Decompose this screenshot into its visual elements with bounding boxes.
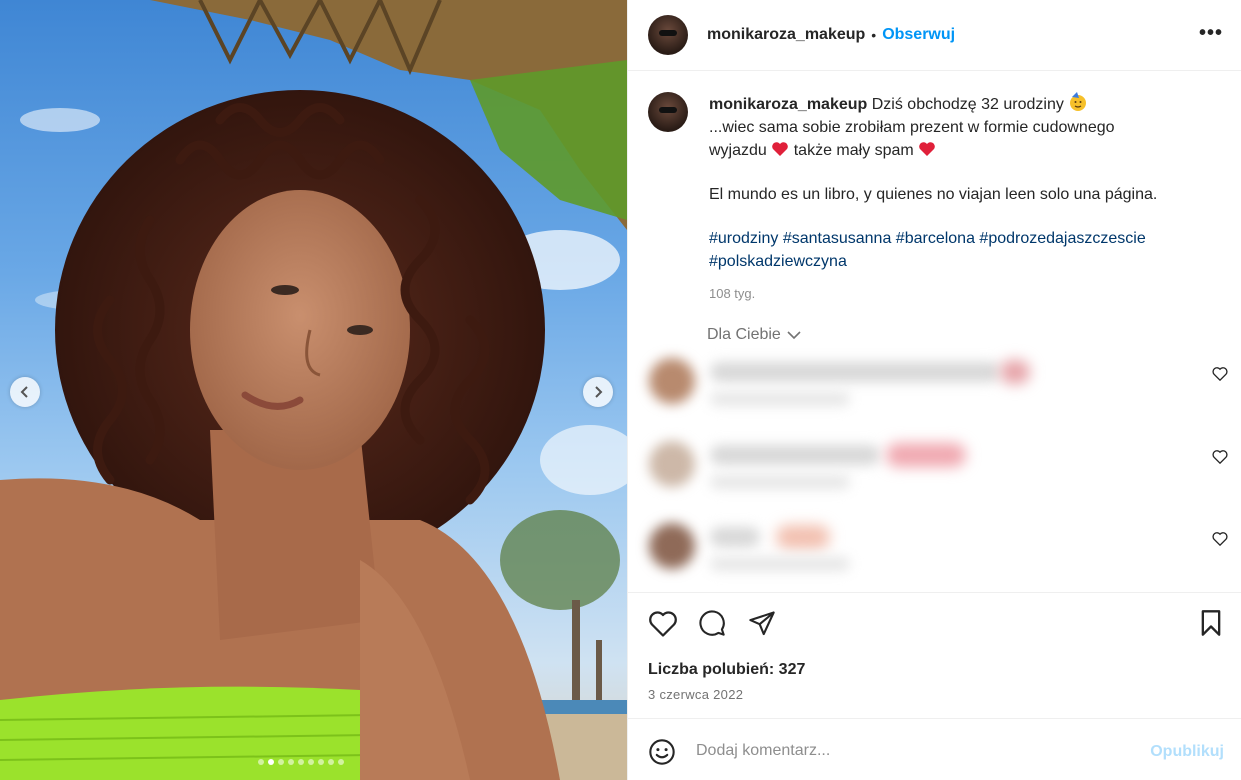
comment-text-blurred [710, 362, 1000, 382]
caption-block: monikaroza_makeup Dziś obchodzę 32 urodz… [628, 71, 1241, 305]
carousel-prev-button[interactable] [10, 377, 40, 407]
comment-emoji-blurred [1000, 360, 1030, 384]
publish-button[interactable]: Opublikuj [1150, 743, 1224, 761]
separator-dot: • [871, 27, 877, 43]
caption-line-1: Dziś obchodzę 32 urodziny [871, 96, 1064, 113]
red-heart-emoji-icon [772, 142, 789, 156]
caption-line-2: ...wiec sama sobie zrobiłam prezent w fo… [709, 119, 1115, 136]
likes-count[interactable]: Liczba polubień: 327 [648, 661, 805, 679]
red-heart-emoji-icon [919, 142, 936, 156]
post-photo[interactable] [0, 0, 627, 780]
add-comment-bar: Opublikuj [628, 718, 1241, 780]
comment-meta-blurred [710, 557, 850, 571]
comment-like-heart-icon[interactable] [1212, 531, 1228, 546]
post-panel: monikaroza_makeup • Obserwuj ••• monikar… [627, 0, 1241, 780]
carousel-next-button[interactable] [583, 377, 613, 407]
speech-bubble-icon[interactable] [698, 609, 726, 637]
hashtags-line-1[interactable]: #urodziny #santasusanna #barcelona #podr… [709, 227, 1209, 250]
header-username[interactable]: monikaroza_makeup [707, 26, 865, 44]
comment-text-blurred [710, 445, 880, 465]
carousel-dot [258, 759, 264, 765]
smiley-icon[interactable] [648, 738, 676, 766]
comment-text-blurred [710, 527, 760, 547]
chevron-down-icon [787, 330, 801, 339]
caption-line-3a: wyjazdu [709, 142, 767, 159]
caption-username[interactable]: monikaroza_makeup [709, 96, 867, 113]
comment-like-heart-icon[interactable] [1212, 449, 1228, 464]
comment-avatar [649, 523, 695, 569]
comment-input[interactable] [696, 739, 1126, 763]
carousel-dot [318, 759, 324, 765]
carousel-dot [268, 759, 274, 765]
heart-outline-icon[interactable] [648, 609, 678, 637]
chevron-left-icon [20, 386, 28, 398]
comment-item[interactable] [628, 352, 1241, 422]
comment-emoji-blurred [886, 443, 966, 467]
carousel-dot [298, 759, 304, 765]
party-face-emoji-icon [1070, 92, 1087, 111]
caption-quote: El mundo es un libro, y quienes no viaja… [709, 186, 1158, 203]
carousel-dot [278, 759, 284, 765]
comment-meta-blurred [710, 475, 850, 489]
bookmark-icon[interactable] [1198, 609, 1224, 637]
comment-emoji-blurred [776, 525, 830, 549]
carousel-dot [338, 759, 344, 765]
carousel-dot [288, 759, 294, 765]
carousel-dots [258, 759, 344, 765]
caption-text: monikaroza_makeup Dziś obchodzę 32 urodz… [709, 92, 1209, 305]
caption-timestamp[interactable]: 108 tyg. [709, 282, 1209, 305]
hashtags-line-2[interactable]: #polskadziewczyna [709, 250, 1209, 273]
carousel-dot [308, 759, 314, 765]
photo-illustration [0, 0, 627, 780]
more-options-icon[interactable]: ••• [1199, 22, 1223, 45]
comment-item[interactable] [628, 435, 1241, 505]
carousel-dot [328, 759, 334, 765]
paper-plane-icon[interactable] [748, 609, 776, 637]
comment-like-heart-icon[interactable] [1212, 366, 1228, 381]
for-you-filter[interactable]: Dla Ciebie [707, 326, 801, 344]
comment-meta-blurred [710, 392, 850, 406]
comment-item[interactable] [628, 517, 1241, 587]
for-you-label: Dla Ciebie [707, 326, 781, 343]
chevron-right-icon [595, 386, 603, 398]
follow-button[interactable]: Obserwuj [882, 26, 955, 44]
post-actions: Liczba polubień: 327 3 czerwca 2022 [628, 592, 1241, 718]
avatar[interactable] [648, 15, 688, 55]
comment-avatar [649, 441, 695, 487]
post-header: monikaroza_makeup • Obserwuj ••• [628, 0, 1241, 71]
comment-avatar [649, 358, 695, 404]
post-date: 3 czerwca 2022 [648, 687, 744, 702]
caption-avatar[interactable] [648, 92, 688, 132]
caption-line-3b: także mały spam [793, 142, 914, 159]
